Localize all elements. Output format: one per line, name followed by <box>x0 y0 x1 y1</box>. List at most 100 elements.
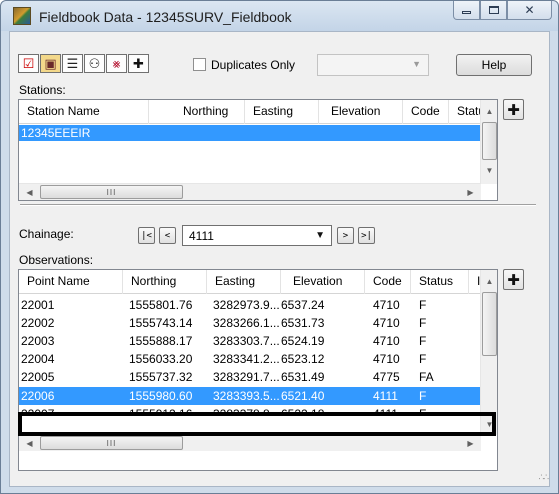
point-name-cell: 22003 <box>21 334 55 348</box>
chainage-value: 4111 <box>189 229 214 243</box>
scroll-thumb[interactable] <box>482 122 497 160</box>
scroll-up-icon[interactable]: ▲ <box>481 273 497 290</box>
table-row[interactable]: 22001 1555801.76 3282973.9... 6537.24 47… <box>19 297 481 313</box>
crosshair-plus-icon[interactable]: ✚ <box>128 54 149 73</box>
col-easting[interactable]: Easting <box>245 100 319 124</box>
help-button[interactable]: Help <box>456 54 532 76</box>
col-easting[interactable]: Easting <box>207 270 281 294</box>
stations-grid[interactable]: Station Name Northing Easting Elevation … <box>18 99 498 201</box>
northing-cell: 1555912.16 <box>129 407 193 415</box>
next-chainage-button[interactable]: > <box>337 227 354 244</box>
status-cell: F <box>419 316 427 330</box>
northing-cell: 1555888.17 <box>129 334 193 348</box>
prev-chainage-button[interactable]: < <box>159 227 176 244</box>
scroll-left-icon[interactable]: ◀ <box>21 435 38 452</box>
table-row[interactable]: 22002 1555743.14 3283266.1... 6531.73 47… <box>19 315 481 331</box>
code-cell: 4710 <box>373 334 400 348</box>
stations-hscroll[interactable]: ◀ III ▶ <box>19 183 481 200</box>
easting-cell: 3283266.1... <box>213 316 280 330</box>
status-cell: F <box>419 298 427 312</box>
chainage-select[interactable]: 4111 ▼ <box>182 225 332 246</box>
scroll-right-icon[interactable]: ▶ <box>462 184 479 200</box>
code-cell: 4111 <box>373 407 398 415</box>
close-icon: ✕ <box>524 3 535 17</box>
northing-cell: 1556033.20 <box>129 352 193 366</box>
scroll-left-icon[interactable]: ◀ <box>21 184 38 200</box>
chevron-down-icon: ▼ <box>412 59 421 69</box>
status-cell: F <box>419 334 427 348</box>
code-cell: 4710 <box>373 352 400 366</box>
observations-vscroll[interactable]: ▲ ▼ <box>480 270 497 435</box>
code-cell: 4111 <box>373 389 398 403</box>
duplicates-only-label: Duplicates Only <box>211 58 296 72</box>
easting-cell: 3283341.2... <box>213 352 280 366</box>
title-bar[interactable]: Fieldbook Data - 12345SURV_Fieldbook ✕ <box>1 1 558 31</box>
scroll-thumb[interactable]: III <box>40 436 183 450</box>
duplicates-select[interactable]: ▼ <box>317 54 429 76</box>
scroll-up-icon[interactable]: ▲ <box>481 103 497 120</box>
fieldbook-map-icon <box>13 7 31 25</box>
maximize-icon <box>488 6 499 14</box>
duplicates-only-checkbox[interactable] <box>193 58 206 71</box>
crosshair-plus-icon: ✚ <box>507 101 520 119</box>
code-cell: 4710 <box>373 298 400 312</box>
elevation-cell: 6523.12 <box>281 352 325 366</box>
col-elevation[interactable]: Elevation <box>319 100 403 124</box>
chainage-label: Chainage: <box>19 227 74 241</box>
northing-cell: 1555801.76 <box>129 298 193 312</box>
easting-cell: 3282973.9... <box>213 298 280 312</box>
table-row[interactable]: 22004 1556033.20 3283341.2... 6523.12 47… <box>19 351 481 367</box>
stations-vscroll[interactable]: ▲ ▼ <box>480 100 497 184</box>
scroll-thumb[interactable] <box>482 292 497 356</box>
report-icon[interactable]: ☰ <box>62 54 83 73</box>
maximize-button[interactable] <box>480 1 507 20</box>
add-observation-button[interactable]: ✚ <box>503 269 524 290</box>
scroll-down-icon[interactable]: ▼ <box>481 416 497 433</box>
minimize-icon <box>462 11 471 14</box>
station-row[interactable]: 12345EEEIR <box>19 125 481 141</box>
col-northing[interactable]: Northing <box>123 270 207 294</box>
col-code[interactable]: Code <box>365 270 411 294</box>
easting-cell: 3283291.7... <box>213 370 280 384</box>
col-northing[interactable]: Northing <box>149 100 245 124</box>
binoculars-icon[interactable]: ⚇ <box>84 54 105 73</box>
table-row-selected[interactable]: 22006 1555980.60 3283393.5... 6521.40 41… <box>19 387 481 405</box>
last-chainage-button[interactable]: >| <box>358 227 375 244</box>
resize-grip-icon[interactable]: ∴∴ <box>539 472 550 483</box>
col-elevation[interactable]: Elevation <box>281 270 365 294</box>
observations-grid[interactable]: Point Name Northing Easting Elevation Co… <box>18 269 498 471</box>
status-cell: F <box>419 389 427 403</box>
toolbar: ☑ ▣ ☰ ⚇ ⨳ ✚ <box>18 54 150 73</box>
image-view-icon[interactable]: ▣ <box>40 54 61 73</box>
point-name-cell: 22007 <box>21 407 55 415</box>
col-point-name[interactable]: Point Name <box>19 270 123 294</box>
first-chainage-button[interactable]: |< <box>138 227 155 244</box>
observations-hscroll[interactable]: ◀ III ▶ <box>19 434 481 451</box>
col-station-name[interactable]: Station Name <box>19 100 149 124</box>
elevation-cell: 6531.73 <box>281 316 325 330</box>
easting-cell: 3283303.7... <box>213 334 280 348</box>
point-name-cell: 22002 <box>21 316 55 330</box>
scroll-thumb[interactable]: III <box>40 185 183 199</box>
elevation-cell: 6522.18 <box>281 407 325 415</box>
elevation-cell: 6521.40 <box>281 389 325 403</box>
northing-cell: 1555743.14 <box>129 316 193 330</box>
easting-cell: 3283378.8... <box>213 407 280 415</box>
code-cell: 4710 <box>373 316 400 330</box>
scroll-right-icon[interactable]: ▶ <box>462 435 479 452</box>
edit-check-icon[interactable]: ☑ <box>18 54 39 73</box>
close-button[interactable]: ✕ <box>507 1 552 20</box>
table-row[interactable]: 22005 1555737.32 3283291.7... 6531.49 47… <box>19 369 481 385</box>
add-station-button[interactable]: ✚ <box>503 99 524 120</box>
observations-header: Point Name Northing Easting Elevation Co… <box>19 270 483 294</box>
table-row[interactable]: 22007 1555912.16 3283378.8... 6522.18 41… <box>19 406 481 415</box>
minimize-button[interactable] <box>453 1 480 20</box>
table-row[interactable]: 22003 1555888.17 3283303.7... 6524.19 47… <box>19 333 481 349</box>
scroll-down-icon[interactable]: ▼ <box>481 162 497 179</box>
chevron-down-icon: ▼ <box>315 230 325 241</box>
col-code[interactable]: Code <box>403 100 449 124</box>
window-title: Fieldbook Data - 12345SURV_Fieldbook <box>39 9 292 25</box>
col-status[interactable]: Status <box>411 270 469 294</box>
line-split-icon[interactable]: ⨳ <box>106 54 127 73</box>
observations-label: Observations: <box>19 253 94 267</box>
